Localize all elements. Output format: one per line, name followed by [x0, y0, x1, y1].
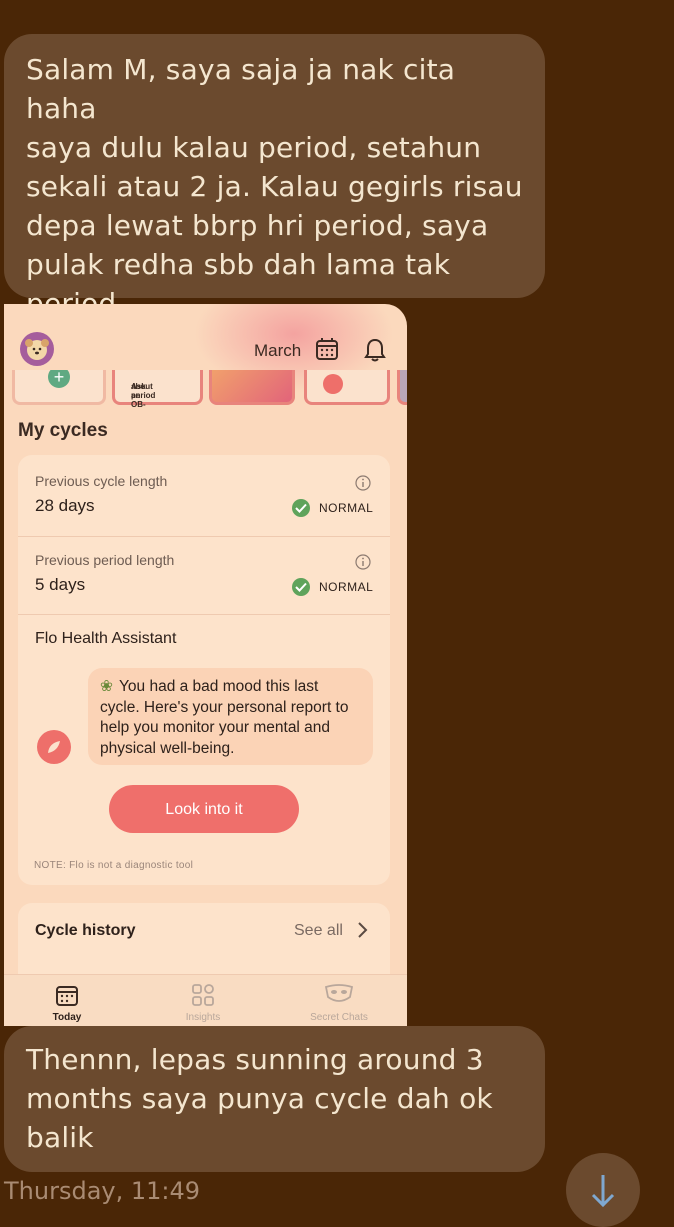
message-timestamp: Thursday, 11:49 [4, 1177, 201, 1205]
period-length-value: 5 days [35, 575, 86, 594]
story-flo[interactable] [304, 370, 390, 405]
message-bubble-1[interactable]: Salam M, saya saja ja nak cita haha saya… [4, 34, 545, 359]
bottom-tab-bar: Today Insights Secret Chats [4, 974, 407, 1026]
bell-icon[interactable] [364, 337, 386, 368]
info-icon[interactable] [355, 475, 371, 491]
see-all-link[interactable]: See all [294, 922, 343, 940]
message-line: sekali atau 2 ja. Kalau gegirls risau [26, 170, 523, 203]
message-line: Salam M, saya saja ja nak cita haha [26, 53, 456, 125]
message-line: Thennn, lepas sunning around 3 [26, 1043, 484, 1076]
stories-row: + Ask an OB-GYNabout period [4, 370, 407, 408]
arrow-down-icon [591, 1175, 615, 1208]
month-label: March [254, 341, 302, 360]
assistant-title: Flo Health Assistant [35, 630, 177, 647]
dog-avatar-icon [25, 339, 49, 360]
divider [18, 614, 390, 615]
cycle-history-title: Cycle history [35, 922, 136, 939]
tab-today[interactable]: Today [12, 975, 122, 1026]
leaf-icon: ❀ [100, 678, 113, 695]
cycle-history-card[interactable]: Cycle history See all [18, 903, 390, 983]
tab-label: Secret Chats [310, 1012, 368, 1023]
check-icon [292, 578, 310, 596]
my-cycles-card: Previous cycle length 28 days NORMAL Pre… [18, 455, 390, 885]
cycle-length-value: 28 days [35, 496, 95, 515]
check-icon [292, 499, 310, 517]
disclaimer-note: NOTE: Flo is not a diagnostic tool [34, 860, 194, 871]
avatar [20, 332, 54, 366]
story-partial[interactable] [397, 370, 407, 405]
tab-secret-chats[interactable]: Secret Chats [284, 975, 394, 1026]
scroll-to-bottom-button[interactable] [566, 1153, 640, 1227]
flo-assistant-avatar [37, 730, 71, 764]
message-bubble-2[interactable]: Thennn, lepas sunning around 3 months sa… [4, 1026, 545, 1172]
plus-icon: + [48, 370, 70, 388]
period-length-label: Previous period length [35, 552, 175, 568]
story-add[interactable]: + [12, 370, 106, 405]
grid-icon [192, 984, 214, 1006]
assistant-message: ❀ You had a bad mood this last cycle. Her… [88, 668, 373, 765]
message-line: saya dulu kalau period, setahun [26, 131, 482, 164]
flo-logo-icon [323, 374, 343, 394]
feather-icon [48, 741, 60, 753]
message-line: balik [26, 1121, 94, 1154]
attached-screenshot[interactable]: March + Ask an OB-GYNabout period My cyc… [4, 304, 407, 1026]
story-illustration[interactable] [209, 370, 295, 405]
tab-insights[interactable]: Insights [148, 975, 258, 1026]
calendar-icon[interactable] [315, 337, 339, 366]
calendar-icon [56, 986, 78, 1006]
message-line: depa lewat bbrp hri period, saya [26, 209, 489, 242]
tab-label: Today [52, 1012, 82, 1023]
look-into-it-button[interactable]: Look into it [109, 785, 299, 833]
divider [18, 536, 390, 537]
story-ask-obgyn[interactable]: Ask an OB-GYNabout period [112, 370, 203, 408]
message-line: months saya punya cycle dah ok [26, 1082, 493, 1115]
info-icon[interactable] [355, 554, 371, 570]
cycle-length-label: Previous cycle length [35, 473, 168, 489]
my-cycles-title: My cycles [18, 420, 108, 441]
chevron-right-icon[interactable] [357, 921, 369, 939]
mask-icon [324, 984, 354, 1002]
tab-label: Insights [185, 1012, 221, 1023]
